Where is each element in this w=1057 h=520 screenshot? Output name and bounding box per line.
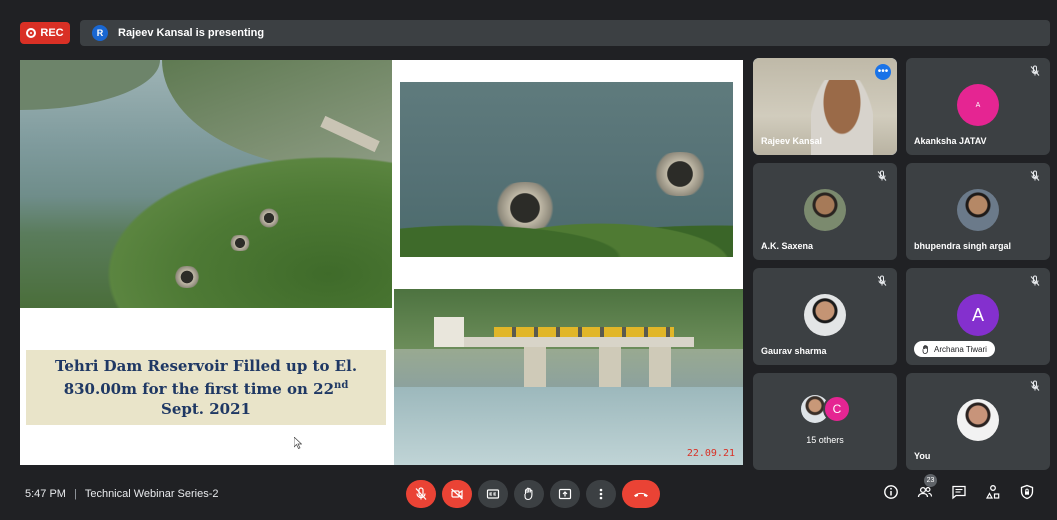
meet-window: REC R Rajeev Kansal is presenting Tehri …: [0, 0, 1057, 520]
camera-off-icon: [451, 488, 463, 500]
chat-button[interactable]: [949, 482, 969, 502]
activities-icon: [985, 485, 1000, 499]
spillway-shape: [170, 266, 204, 288]
participant-tile-bhupendra-singh-argal[interactable]: bhupendra singh argal: [906, 163, 1050, 260]
more-options-button[interactable]: [586, 480, 616, 508]
bridge-shape: [464, 337, 694, 347]
dam-bridge-photo: 22.09.21: [394, 289, 743, 465]
hang-up-icon: [634, 492, 648, 497]
participant-name: A.K. Saxena: [761, 241, 814, 251]
participant-count-badge: 23: [924, 474, 937, 487]
participants-button[interactable]: 23: [915, 474, 937, 502]
more-vertical-icon: [599, 488, 603, 500]
participant-avatar: [804, 189, 846, 231]
recording-indicator[interactable]: REC: [20, 22, 70, 44]
meeting-details-button[interactable]: [881, 482, 901, 502]
participant-tile-ak-saxena[interactable]: A.K. Saxena: [753, 163, 897, 260]
info-icon: [884, 485, 898, 499]
spillway-shape: [256, 208, 282, 228]
present-screen-icon: [558, 488, 572, 500]
participant-name: Archana Tiwari: [934, 344, 987, 354]
participant-name: Akanksha JATAV: [914, 136, 987, 146]
participant-name: Gaurav sharma: [761, 346, 827, 356]
participant-avatar: [804, 294, 846, 336]
caption-line: Tehri Dam Reservoir Filled up to El.: [54, 357, 358, 375]
mic-off-icon: [415, 487, 427, 500]
building-shape: [434, 317, 464, 347]
mic-off-icon: [877, 170, 887, 181]
participant-tile-rajeev-kansal[interactable]: ••• Rajeev Kansal: [753, 58, 897, 155]
pillar-shape: [524, 347, 546, 389]
pillar-shape: [599, 347, 621, 389]
participant-tile-archana-tiwari[interactable]: A Archana Tiwari: [906, 268, 1050, 365]
spillway-shape: [226, 235, 254, 251]
mic-off-icon: [1030, 65, 1040, 76]
captions-button[interactable]: [478, 480, 508, 508]
presenting-text: Rajeev Kansal is presenting: [118, 27, 265, 39]
record-icon: [26, 28, 37, 38]
gantry-shape: [494, 327, 674, 337]
others-count: 15 others: [806, 435, 844, 445]
raise-hand-button[interactable]: [514, 480, 544, 508]
spillway-closeup-photo: [400, 82, 733, 257]
caption-line: 830.00m for the first time on 22nd: [64, 376, 349, 399]
call-controls: [406, 480, 660, 508]
host-controls-button[interactable]: [1017, 482, 1037, 502]
participant-tile-others[interactable]: C 15 others: [753, 373, 897, 470]
caption-text: 830.00m for the first time on 22: [63, 380, 335, 398]
hill-shape: [20, 60, 160, 110]
participant-name: bhupendra singh argal: [914, 241, 1012, 251]
shield-lock-icon: [1020, 484, 1034, 500]
participant-tile-akanksha-jatav[interactable]: A Akanksha JATAV: [906, 58, 1050, 155]
photo-date-stamp: 22.09.21: [686, 448, 735, 459]
participant-name: Rajeev Kansal: [761, 136, 823, 146]
participant-avatar: A: [957, 84, 999, 126]
present-now-button[interactable]: [550, 480, 580, 508]
side-panel-toggles: 23: [881, 474, 1037, 502]
mic-off-icon: [1030, 380, 1040, 391]
chat-icon: [952, 485, 966, 500]
reservoir-photo: [20, 60, 392, 308]
mic-off-icon: [1030, 275, 1040, 286]
separator: |: [73, 488, 77, 500]
participant-avatar: A: [957, 294, 999, 336]
raise-hand-icon: [524, 487, 533, 501]
pillar-shape: [649, 347, 671, 389]
mouse-cursor-icon: [294, 437, 302, 449]
raised-hand-chip: Archana Tiwari: [914, 341, 995, 357]
presenting-banner: R Rajeev Kansal is presenting: [80, 20, 1050, 46]
caption-superscript: nd: [334, 380, 349, 391]
participant-avatar: C: [823, 395, 851, 423]
closed-captions-icon: [486, 489, 500, 499]
camera-toggle-button[interactable]: [442, 480, 472, 508]
slide-caption: Tehri Dam Reservoir Filled up to El. 830…: [26, 350, 386, 425]
raised-hand-icon: [922, 344, 928, 354]
spillway-shape: [645, 152, 715, 196]
presenter-avatar: R: [92, 25, 108, 41]
mic-off-icon: [877, 275, 887, 286]
participant-avatar: [957, 399, 999, 441]
others-avatars: C: [801, 395, 851, 427]
recording-label: REC: [40, 27, 64, 39]
participant-avatar: [957, 189, 999, 231]
caption-line: Sept. 2021: [161, 400, 251, 418]
more-options-icon[interactable]: •••: [875, 64, 891, 80]
meeting-info: 5:47 PM | Technical Webinar Series-2: [25, 488, 219, 500]
participant-tile-you[interactable]: You: [906, 373, 1050, 470]
leave-call-button[interactable]: [622, 480, 660, 508]
mic-off-icon: [1030, 170, 1040, 181]
presentation-screen: Tehri Dam Reservoir Filled up to El. 830…: [20, 60, 743, 465]
trees-shape: [400, 202, 733, 257]
participant-tile-gaurav-sharma[interactable]: Gaurav sharma: [753, 268, 897, 365]
clock-time: 5:47 PM: [25, 488, 66, 500]
microphone-toggle-button[interactable]: [406, 480, 436, 508]
activities-button[interactable]: [983, 482, 1003, 502]
forest-shape: [72, 138, 392, 308]
meeting-title: Technical Webinar Series-2: [84, 488, 219, 500]
participant-name: You: [914, 451, 931, 461]
